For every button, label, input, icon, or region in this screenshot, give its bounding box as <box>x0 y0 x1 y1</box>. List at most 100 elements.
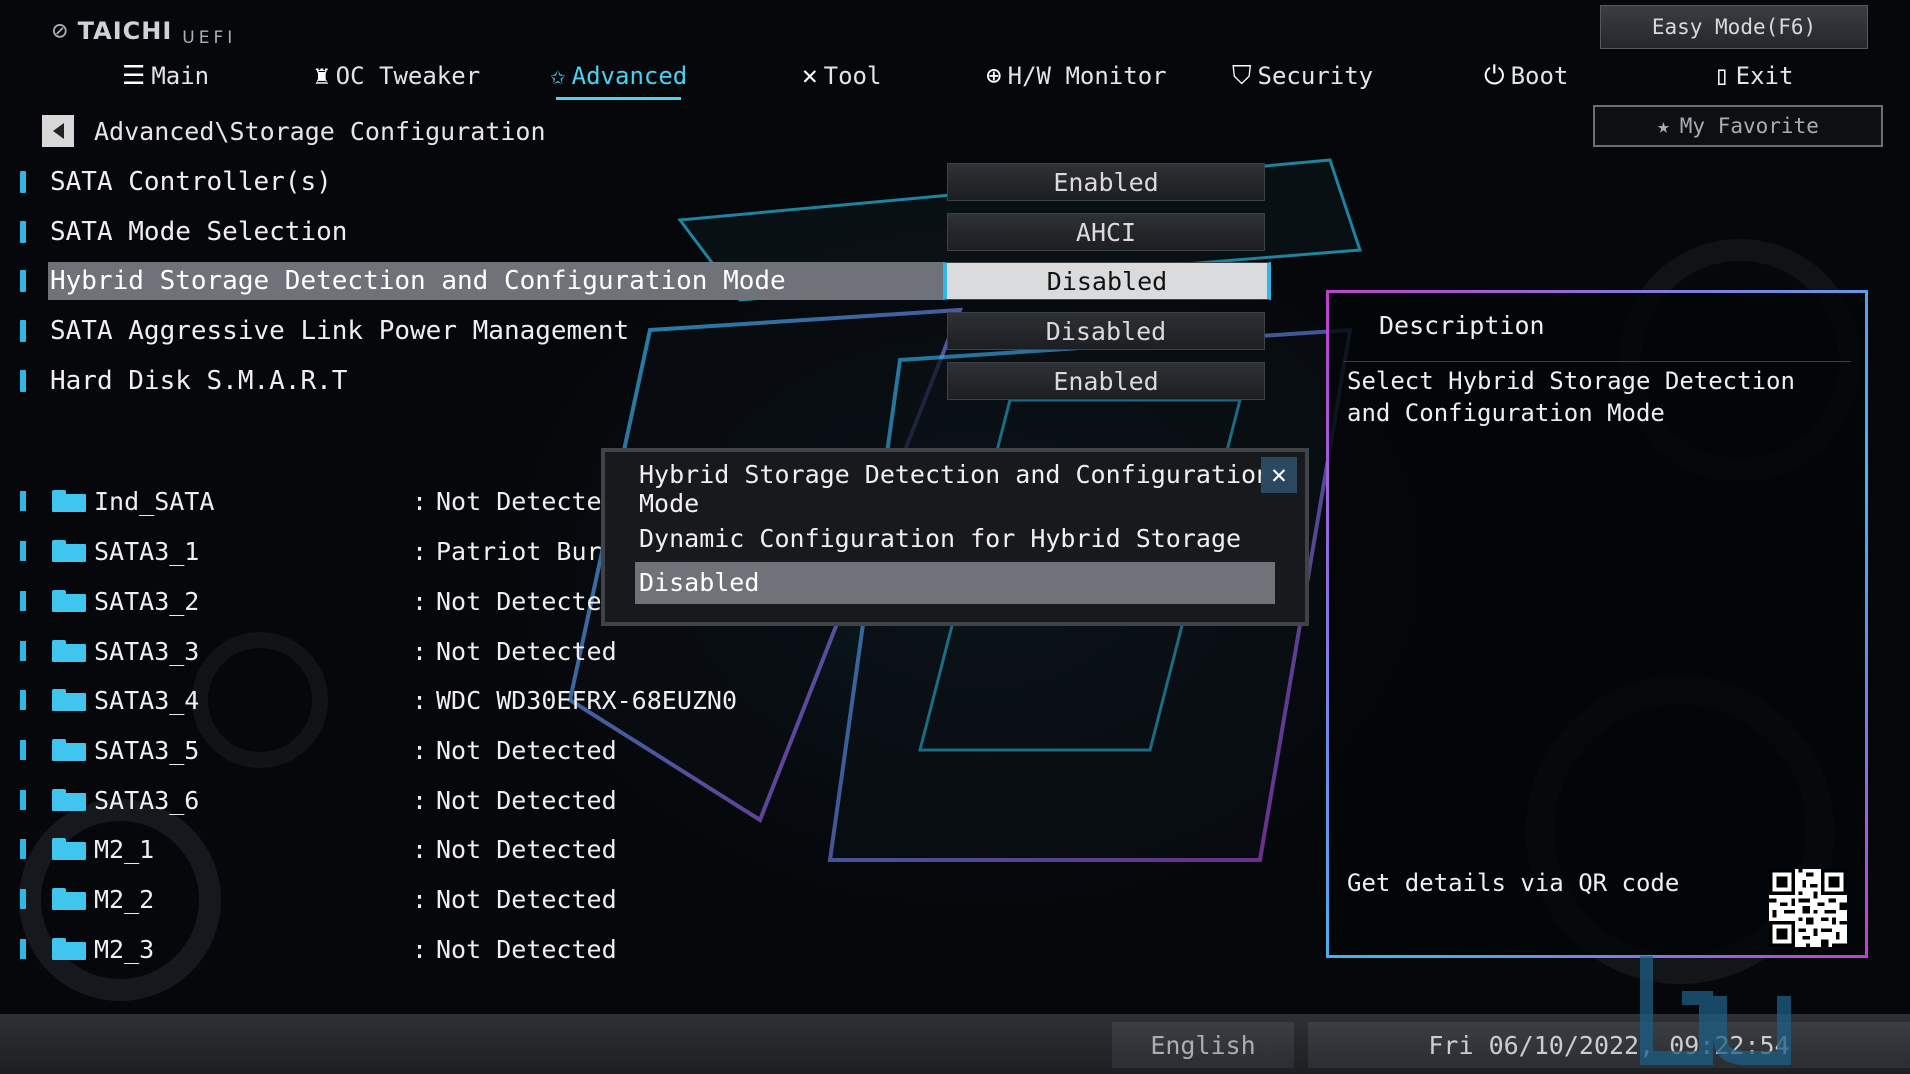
description-title: Description <box>1379 311 1545 340</box>
setting-value-smart[interactable]: Enabled <box>947 362 1265 400</box>
device-row[interactable]: SATA3_2 : Not Detected <box>20 582 617 620</box>
separator: : <box>412 834 428 864</box>
brand-name: TAICHI <box>77 17 173 45</box>
divider <box>1343 361 1851 362</box>
power-icon: ⏻ <box>1484 60 1505 91</box>
folder-icon <box>52 888 86 910</box>
tools-icon: ✕ <box>802 61 818 91</box>
setting-row-smart[interactable]: Hard Disk S.M.A.R.T <box>20 362 355 400</box>
row-marker <box>20 690 26 710</box>
device-status: Not Detected <box>436 586 617 616</box>
device-row[interactable]: M2_3 : Not Detected <box>20 930 617 968</box>
tab-main[interactable]: ☰ Main <box>122 54 209 98</box>
device-row[interactable]: M2_2 : Not Detected <box>20 880 617 918</box>
popup-title: Hybrid Storage Detection and Configurati… <box>639 460 1272 518</box>
device-status: Not Detected <box>436 834 617 864</box>
monitor-icon: ⊕ <box>986 61 1002 91</box>
row-marker <box>20 740 26 760</box>
folder-icon <box>52 739 86 761</box>
separator: : <box>412 536 428 566</box>
device-row[interactable]: SATA3_4 : WDC WD30EFRX-68EUZN0 <box>20 681 737 719</box>
back-arrow-icon <box>52 123 64 139</box>
row-marker <box>20 370 26 392</box>
setting-label: Hard Disk S.M.A.R.T <box>50 366 348 396</box>
device-name: SATA3_2 <box>94 586 200 616</box>
setting-row-sata-controllers[interactable]: SATA Controller(s) <box>20 163 340 201</box>
setting-label: SATA Aggressive Link Power Management <box>50 316 630 346</box>
separator: : <box>412 735 428 765</box>
row-marker <box>20 491 26 511</box>
folder-icon <box>52 838 86 860</box>
separator: : <box>412 884 428 914</box>
description-text: Select Hybrid Storage Detection and Conf… <box>1347 367 1795 427</box>
device-row[interactable]: Ind_SATA : Not Detected <box>20 482 617 520</box>
device-row[interactable]: SATA3_1 : Patriot Burst <box>20 532 632 570</box>
folder-icon <box>52 590 86 612</box>
language-button[interactable]: English <box>1112 1022 1294 1068</box>
device-row[interactable]: SATA3_6 : Not Detected <box>20 781 617 819</box>
tab-oc-tweaker[interactable]: ♜ OC Tweaker <box>314 54 480 98</box>
separator: : <box>412 586 428 616</box>
device-name: SATA3_5 <box>94 735 200 765</box>
back-button[interactable] <box>42 115 74 147</box>
taichi-logo-icon: ⊘ <box>52 16 68 46</box>
device-status: Not Detected <box>436 735 617 765</box>
tab-security[interactable]: ⛉ Security <box>1232 54 1373 98</box>
popup-option[interactable]: Dynamic Configuration for Hybrid Storage… <box>635 518 1275 595</box>
device-row[interactable]: SATA3_5 : Not Detected <box>20 731 617 769</box>
taichi-logo: ⊘ TAICHI UEFI <box>52 14 236 48</box>
folder-icon <box>52 640 86 662</box>
separator: : <box>412 636 428 666</box>
tab-advanced[interactable]: ✩ Advanced <box>550 54 687 100</box>
device-row[interactable]: M2_1 : Not Detected <box>20 830 617 868</box>
device-status: Not Detected <box>436 934 617 964</box>
setting-label: SATA Mode Selection <box>50 217 348 247</box>
tab-hw-monitor-label: H/W Monitor <box>1007 62 1167 90</box>
setting-value-hybrid-storage[interactable]: Disabled <box>943 262 1271 300</box>
separator: : <box>412 934 428 964</box>
device-status: Not Detected <box>436 486 617 516</box>
setting-value-sata-controllers[interactable]: Enabled <box>947 163 1265 201</box>
setting-row-hybrid-storage[interactable]: Hybrid Storage Detection and Configurati… <box>20 262 948 300</box>
setting-value-link-power[interactable]: Disabled <box>947 312 1265 350</box>
setting-label: SATA Controller(s) <box>50 167 332 197</box>
main-nav: ☰ Main ♜ OC Tweaker ✩ Advanced ✕ Tool ⊕ … <box>0 54 1793 102</box>
row-marker <box>20 591 26 611</box>
popup-option-selected[interactable]: Disabled <box>635 562 1275 604</box>
row-marker <box>20 270 26 292</box>
row-marker <box>20 790 26 810</box>
separator: : <box>412 685 428 715</box>
setting-row-link-power[interactable]: SATA Aggressive Link Power Management <box>20 312 637 350</box>
qr-label: Get details via QR code <box>1347 869 1680 897</box>
device-status: WDC WD30EFRX-68EUZN0 <box>436 685 738 715</box>
row-marker <box>20 641 26 661</box>
folder-icon <box>52 938 86 960</box>
my-favorite-label: My Favorite <box>1679 114 1819 138</box>
separator: : <box>412 486 428 516</box>
qr-code-icon <box>1769 869 1847 947</box>
list-icon: ☰ <box>122 61 146 91</box>
tab-tool[interactable]: ✕ Tool <box>802 54 881 98</box>
star-icon: ★ <box>1657 114 1670 138</box>
tab-oc-tweaker-label: OC Tweaker <box>335 62 481 90</box>
device-name: Ind_SATA <box>94 486 215 516</box>
row-marker <box>20 839 26 859</box>
folder-icon <box>52 540 86 562</box>
tab-hw-monitor[interactable]: ⊕ H/W Monitor <box>986 54 1167 98</box>
setting-value-sata-mode[interactable]: AHCI <box>947 213 1265 251</box>
setting-row-sata-mode[interactable]: SATA Mode Selection <box>20 213 355 251</box>
tab-boot-label: Boot <box>1510 62 1569 90</box>
device-name: SATA3_3 <box>94 636 200 666</box>
row-marker <box>20 889 26 909</box>
device-status: Not Detected <box>436 884 617 914</box>
device-row[interactable]: SATA3_3 : Not Detected <box>20 632 617 670</box>
tab-exit[interactable]: ▯ Exit <box>1714 54 1793 98</box>
rocket-icon: ♜ <box>314 61 330 91</box>
easy-mode-button[interactable]: Easy Mode(F6) <box>1600 5 1868 49</box>
tab-boot[interactable]: ⏻ Boot <box>1484 54 1568 98</box>
my-favorite-button[interactable]: ★ My Favorite <box>1593 105 1883 147</box>
breadcrumb: Advanced\Storage Configuration <box>42 115 546 147</box>
brand-sub: UEFI <box>182 28 237 48</box>
row-marker <box>20 171 26 193</box>
close-icon[interactable]: ✕ <box>1261 457 1297 493</box>
